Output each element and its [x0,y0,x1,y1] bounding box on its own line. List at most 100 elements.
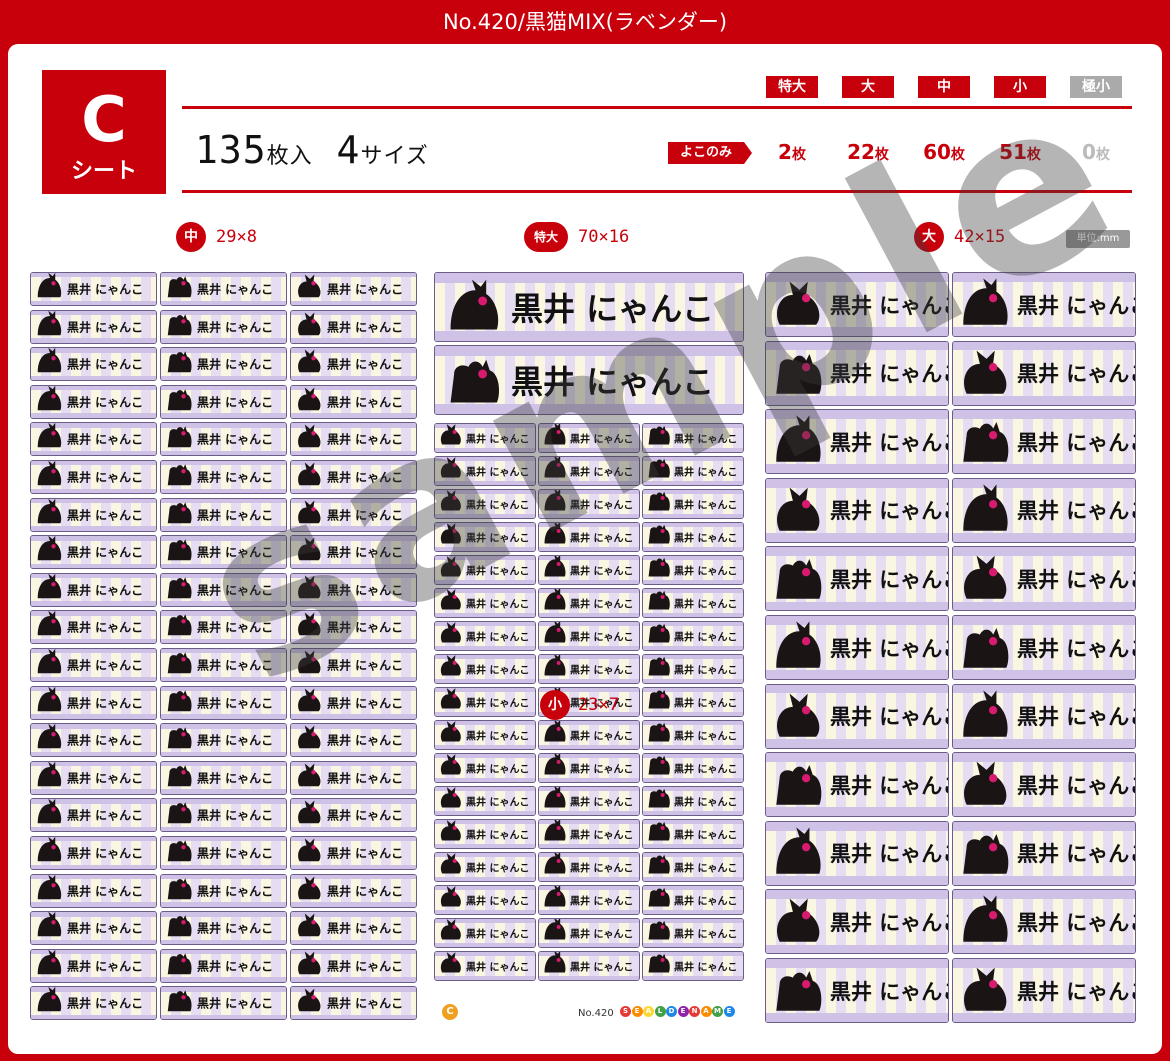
label-name-text: 黒井 にゃんこ [570,566,634,578]
black-cat-icon [960,824,1013,881]
count-number: 135 [195,128,267,172]
name-label: 黒井 にゃんこ [642,522,744,552]
sheet-letter: C [81,83,127,156]
black-cat-icon [647,424,672,450]
name-label: 黒井 にゃんこ [290,347,417,382]
label-name-text: 黒井 にゃんこ [830,567,948,592]
black-cat-icon [296,499,324,529]
name-label: 黒井 にゃんこ [160,648,287,682]
name-label: 黒井 にゃんこ [30,610,157,645]
small-size: 23×7 [578,695,619,715]
black-cat-icon [647,886,672,912]
black-cat-icon [296,423,324,453]
label-name-text: 黒井 にゃんこ [1017,636,1135,661]
black-cat-icon [36,874,64,905]
black-cat-icon [439,622,464,648]
label-name-text: 黒井 にゃんこ [830,293,948,318]
label-name-text: 黒井 にゃんこ [327,583,404,598]
sizes-number: 4 [336,128,361,172]
sheet-summary: 135枚入 4サイズ [195,128,429,172]
label-name-text: 黒井 にゃんこ [466,500,530,512]
label-name-text: 黒井 にゃんこ [67,320,144,335]
name-label: 黒井 にゃんこ [30,911,157,946]
label-name-text: 黒井 にゃんこ [197,658,274,673]
black-cat-icon [439,952,464,978]
black-cat-icon [543,787,568,813]
label-name-text: 黒井 にゃんこ [570,863,634,875]
name-label: 黒井 にゃんこ [30,873,157,908]
black-cat-icon [647,721,672,747]
label-name-text: 黒井 にゃんこ [466,929,530,941]
black-cat-icon [543,655,568,681]
brand-letter: L [654,1006,666,1017]
black-cat-icon [543,622,568,648]
brand-letter: N [689,1006,700,1017]
label-name-text: 黒井 にゃんこ [67,470,144,485]
size-count-3: 51枚 [999,140,1041,164]
black-cat-icon [439,721,464,747]
black-cat-icon [166,687,194,717]
name-label: 黒井 にゃんこ [765,340,949,406]
label-name-text: 黒井 にゃんこ [327,508,404,523]
black-cat-icon [960,481,1013,538]
label-name-text: 黒井 にゃんこ [570,929,634,941]
name-label: 黒井 にゃんこ [538,786,640,816]
name-label: 黒井 にゃんこ [30,384,157,419]
label-name-text: 黒井 にゃんこ [466,863,530,875]
black-cat-icon [773,275,826,332]
name-label: 黒井 にゃんこ [30,798,157,833]
black-cat-icon [773,618,826,675]
black-cat-icon [960,755,1013,812]
black-cat-icon [166,536,194,566]
name-label: 黒井 にゃんこ [642,720,744,750]
name-label: 黒井 にゃんこ [434,753,536,783]
footer-product-no: No.420 [578,1008,614,1019]
label-name-text: 黒井 にゃんこ [327,282,404,297]
name-label: 黒井 にゃんこ [160,610,287,645]
black-cat-icon [439,754,464,780]
label-name-text: 黒井 にゃんこ [197,921,274,936]
name-label: 黒井 にゃんこ [290,460,417,494]
name-label: 黒井 にゃんこ [434,423,536,453]
name-label: 黒井 にゃんこ [434,654,536,684]
label-name-text: 黒井 にゃんこ [570,632,634,644]
label-name-text: 黒井 にゃんこ [511,363,715,401]
black-cat-icon [36,837,64,867]
black-cat-icon [36,461,64,491]
label-name-text: 黒井 にゃんこ [67,884,144,899]
label-name-text: 黒井 にゃんこ [67,282,144,297]
label-name-text: 黒井 にゃんこ [1017,430,1135,455]
black-cat-icon [960,549,1013,606]
size-count-0: 2枚 [778,140,806,164]
black-cat-icon [439,655,464,681]
label-name-text: 黒井 にゃんこ [1017,362,1135,387]
name-label: 黒井 にゃんこ [30,986,157,1021]
name-label: 黒井 にゃんこ [30,685,157,720]
name-label: 黒井 にゃんこ [30,422,157,457]
name-label: 黒井 にゃんこ [538,456,640,486]
black-cat-icon [296,875,324,905]
label-name-text: 黒井 にゃんこ [327,771,404,786]
name-label: 黒井 にゃんこ [642,918,744,948]
label-name-text: 黒井 にゃんこ [674,599,738,611]
name-label: 黒井 にゃんこ [160,572,287,607]
name-label: 黒井 にゃんこ [538,720,640,750]
label-name-text: 黒井 にゃんこ [466,533,530,545]
black-cat-icon [543,754,568,780]
black-cat-icon [543,820,568,846]
label-name-text: 黒井 にゃんこ [67,959,144,974]
name-label: 黒井 にゃんこ [160,309,287,344]
label-name-text: 黒井 にゃんこ [1017,842,1135,867]
black-cat-icon [296,687,324,717]
name-label: 黒井 にゃんこ [642,951,744,981]
label-name-text: 黒井 にゃんこ [674,665,738,677]
top-rule [182,106,1132,109]
black-cat-icon [960,687,1013,744]
label-name-text: 黒井 にゃんこ [466,896,530,908]
medium-badge: 中 [176,222,206,252]
label-name-text: 黒井 にゃんこ [1017,499,1135,524]
label-name-text: 黒井 にゃんこ [67,808,144,823]
black-cat-icon [296,574,324,604]
name-label: 黒井 にゃんこ [642,885,744,915]
sizes-unit: サイズ [360,144,429,169]
